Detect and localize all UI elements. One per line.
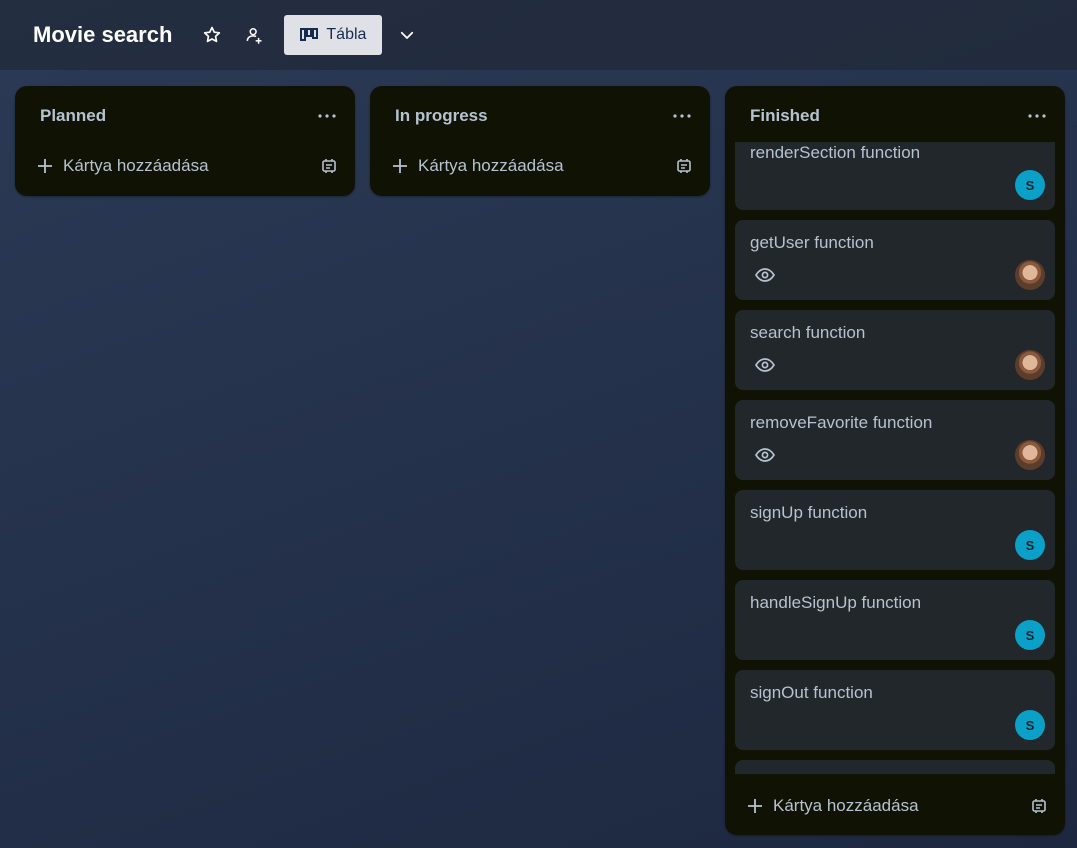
chevron-down-icon	[401, 31, 414, 39]
watching-badge	[753, 265, 777, 285]
add-card-button[interactable]: Kártya hozzáadása	[747, 796, 1027, 816]
member-avatar[interactable]: S	[1015, 620, 1045, 650]
add-card-label: Kártya hozzáadása	[418, 156, 564, 175]
card[interactable]: removeFavorite function	[735, 400, 1055, 480]
card[interactable]: signOut function S	[735, 670, 1055, 750]
card[interactable]: search function	[735, 310, 1055, 390]
board-view-label: Tábla	[326, 26, 367, 43]
card-title: removeFavorite function	[750, 413, 933, 432]
card-title: signUp function	[750, 503, 868, 522]
list-title[interactable]: Finished	[750, 106, 820, 126]
more-icon	[1028, 114, 1046, 118]
view-switcher-button[interactable]	[392, 20, 422, 50]
eye-icon	[755, 358, 775, 372]
card-title: search function	[750, 323, 866, 342]
card[interactable]: signUp function S	[735, 490, 1055, 570]
member-avatar[interactable]	[1015, 440, 1045, 470]
create-from-template-button[interactable]	[317, 154, 341, 178]
board-title[interactable]: Movie search	[33, 22, 172, 48]
add-card-row: Kártya hozzáadása	[15, 146, 355, 186]
card-title: getUser function	[750, 233, 874, 252]
card-template-icon	[677, 159, 691, 173]
card[interactable]	[735, 760, 1055, 774]
board-view-icon	[300, 28, 319, 41]
card-title: renderSection function	[750, 143, 921, 162]
visibility-button[interactable]	[240, 21, 268, 49]
list-actions-button[interactable]	[315, 104, 339, 128]
plus-icon	[748, 799, 762, 813]
star-icon	[204, 26, 221, 43]
member-avatar[interactable]: S	[1015, 170, 1045, 200]
card-title: handleSignUp function	[750, 593, 922, 612]
eye-icon	[755, 268, 775, 282]
list-header: Finished	[725, 86, 1065, 146]
member-avatar[interactable]	[1015, 260, 1045, 290]
card-title: signOut function	[750, 683, 873, 702]
list-finished: Finished renderSection function S getUse…	[725, 86, 1065, 835]
card-list[interactable]: renderSection function S getUser functio…	[735, 142, 1055, 774]
list-header: Planned	[15, 86, 355, 146]
member-avatar[interactable]: S	[1015, 530, 1045, 560]
workspace-visibility-icon	[246, 28, 262, 44]
member-avatar[interactable]: S	[1015, 710, 1045, 740]
plus-icon	[393, 159, 407, 173]
list-planned: Planned Kártya hozzáadása	[15, 86, 355, 196]
eye-icon	[755, 448, 775, 462]
watching-badge	[753, 445, 777, 465]
member-avatar[interactable]	[1015, 350, 1045, 380]
card[interactable]: handleSignUp function S	[735, 580, 1055, 660]
add-card-button[interactable]: Kártya hozzáadása	[37, 156, 317, 176]
more-icon	[318, 114, 336, 118]
card[interactable]: getUser function	[735, 220, 1055, 300]
add-card-label: Kártya hozzáadása	[63, 156, 209, 175]
add-card-label: Kártya hozzáadása	[773, 796, 919, 815]
list-in-progress: In progress Kártya hozzáadása	[370, 86, 710, 196]
list-title[interactable]: Planned	[40, 106, 106, 126]
list-header: In progress	[370, 86, 710, 146]
watching-badge	[753, 355, 777, 375]
card[interactable]: renderSection function S	[735, 142, 1055, 210]
list-actions-button[interactable]	[1025, 104, 1049, 128]
list-actions-button[interactable]	[670, 104, 694, 128]
board-view-button[interactable]: Tábla	[284, 15, 383, 55]
create-from-template-button[interactable]	[672, 154, 696, 178]
more-icon	[673, 114, 691, 118]
plus-icon	[38, 159, 52, 173]
add-card-row: Kártya hozzáadása	[725, 786, 1065, 826]
list-title[interactable]: In progress	[395, 106, 488, 126]
add-card-row: Kártya hozzáadása	[370, 146, 710, 186]
create-from-template-button[interactable]	[1027, 794, 1051, 818]
star-button[interactable]	[198, 21, 226, 49]
card-template-icon	[322, 159, 336, 173]
add-card-button[interactable]: Kártya hozzáadása	[392, 156, 672, 176]
card-template-icon	[1032, 799, 1046, 813]
board-header: Movie search Tábla	[0, 0, 1077, 70]
